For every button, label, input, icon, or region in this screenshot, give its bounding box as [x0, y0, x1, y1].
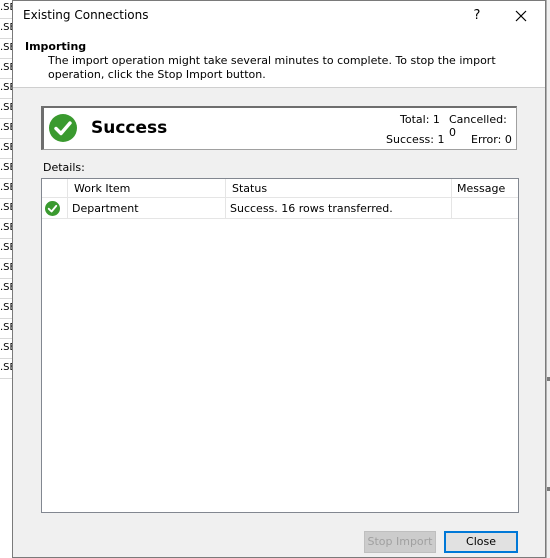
- details-grid: Work Item Status Message Department Succ…: [41, 178, 519, 513]
- help-button[interactable]: ?: [465, 5, 489, 27]
- column-header-status[interactable]: Status: [226, 179, 452, 198]
- background-row: .SE: [0, 98, 12, 119]
- background-row: .SE: [0, 18, 12, 39]
- success-check-icon: [45, 201, 60, 216]
- table-row-icon-cell: [42, 198, 68, 219]
- status-summary-box: Success Total: 1 Cancelled: 0 Success: 1…: [41, 106, 517, 150]
- background-row: .SE: [0, 338, 12, 359]
- window-title: Existing Connections: [23, 8, 149, 22]
- background-row: .SE: [0, 178, 12, 199]
- background-row: .SE: [0, 78, 12, 99]
- column-header-message[interactable]: Message: [452, 179, 518, 198]
- close-button[interactable]: Close: [444, 531, 518, 553]
- background-row: .SE: [0, 278, 12, 299]
- header-title: Importing: [25, 40, 87, 53]
- header-description: The import operation might take several …: [48, 54, 496, 81]
- title-bar: Existing Connections ?: [13, 1, 545, 31]
- background-row: .SE: [0, 38, 12, 59]
- background-right-edge: [546, 0, 550, 558]
- background-row: .SE: [0, 318, 12, 339]
- success-check-icon: [49, 114, 77, 142]
- background-row: .SE: [0, 138, 12, 159]
- table-row-message[interactable]: [452, 198, 518, 219]
- close-icon: [515, 10, 527, 22]
- table-row-work-item[interactable]: Department: [68, 198, 226, 219]
- background-row: .SE: [0, 158, 12, 179]
- table-row-status[interactable]: Success. 16 rows transferred.: [226, 198, 452, 219]
- background-row: .SE: [0, 298, 12, 319]
- background-row: .SE: [0, 118, 12, 139]
- header-panel: Importing The import operation might tak…: [13, 31, 545, 88]
- background-row: .SE: [0, 258, 12, 279]
- success-count: Success: 1: [386, 133, 445, 146]
- error-count: Error: 0: [471, 133, 512, 146]
- existing-connections-dialog: Existing Connections ? Importing The imp…: [12, 0, 546, 558]
- background-row: .SE: [0, 0, 12, 19]
- background-row: .SE: [0, 58, 12, 79]
- status-text: Success: [91, 118, 168, 138]
- background-row: .SE: [0, 198, 12, 219]
- column-header-icon[interactable]: [42, 179, 68, 198]
- column-header-work-item[interactable]: Work Item: [68, 179, 226, 198]
- background-row: .SE: [0, 238, 12, 259]
- details-label: Details:: [43, 161, 85, 174]
- background-row: .SE: [0, 218, 12, 239]
- stop-import-button[interactable]: Stop Import: [364, 531, 436, 553]
- total-count: Total: 1: [400, 113, 440, 126]
- close-window-button[interactable]: [507, 4, 535, 28]
- background-row: .SE: [0, 358, 12, 379]
